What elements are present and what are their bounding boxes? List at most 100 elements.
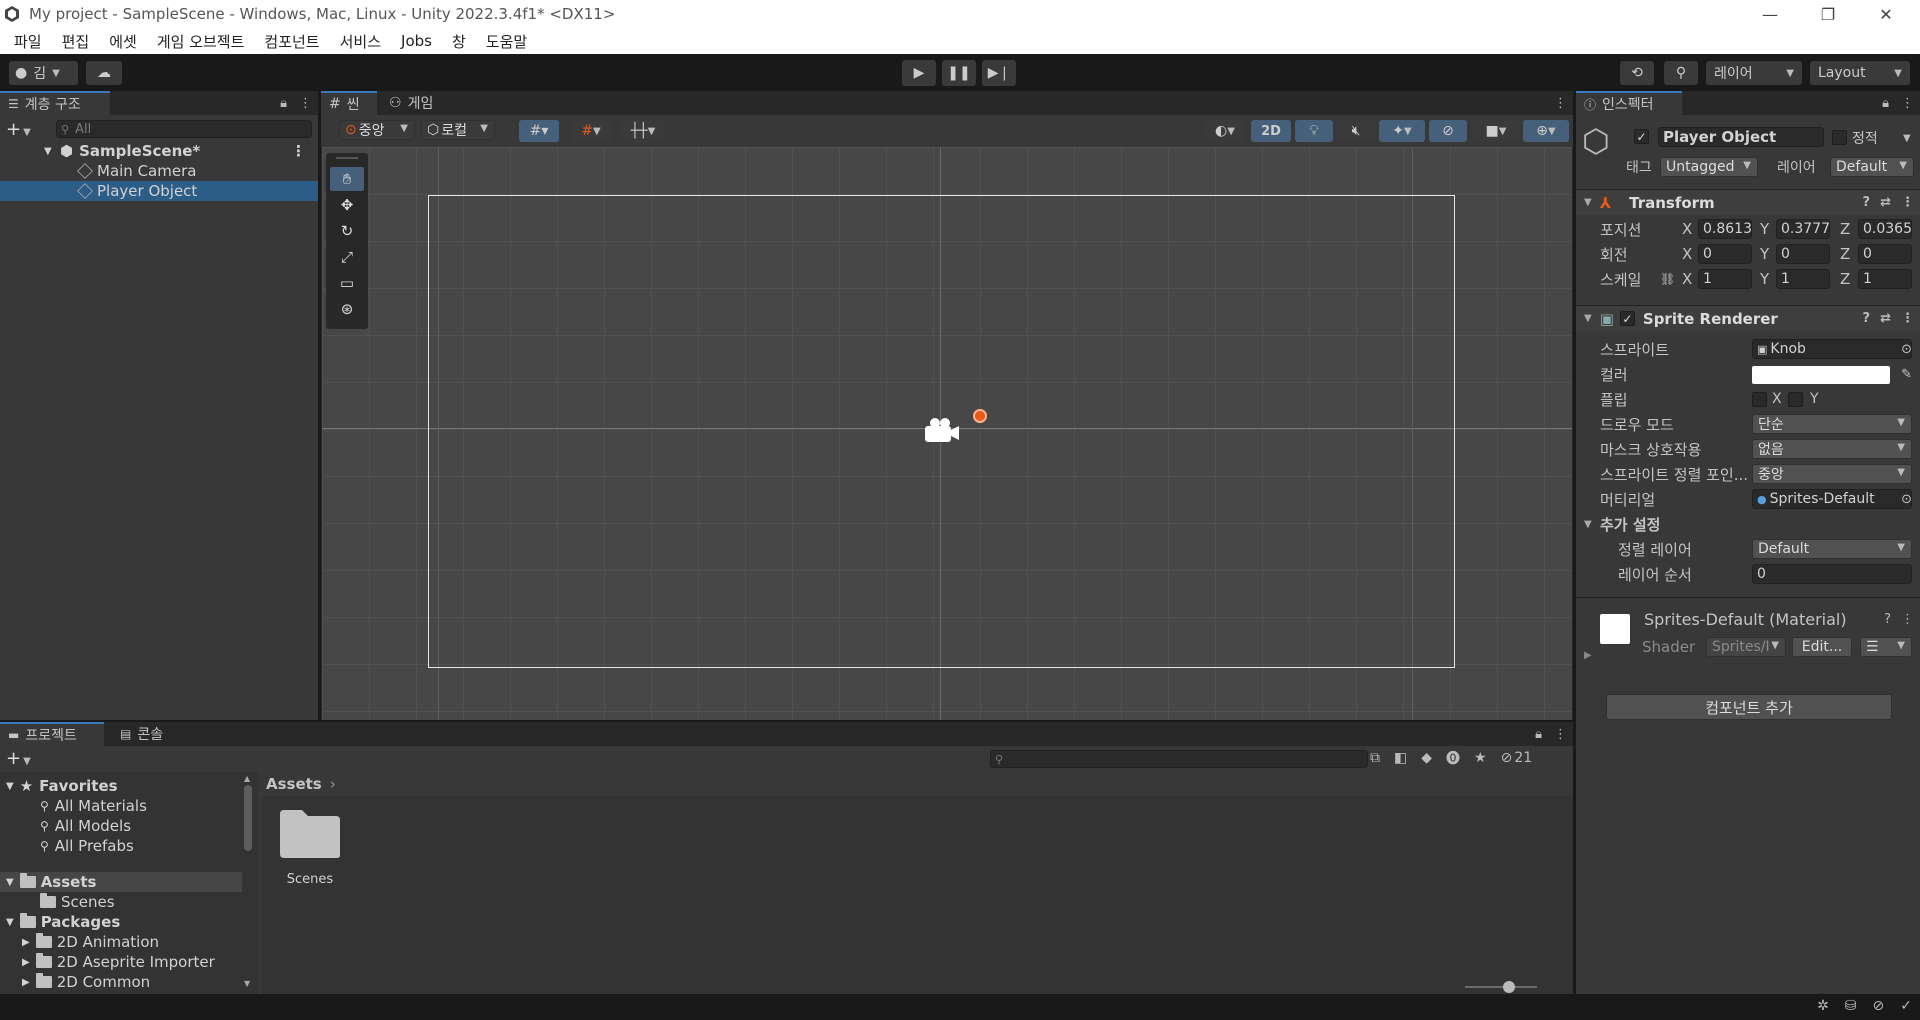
- audio-toggle[interactable]: 🔇︎: [1337, 120, 1375, 142]
- filter-by-label-icon[interactable]: ◆: [1421, 750, 1432, 766]
- layout-dropdown[interactable]: Layout ▼: [1810, 61, 1910, 85]
- auto-generate-lighting-icon[interactable]: ⊘: [1873, 998, 1885, 1014]
- breadcrumb-assets[interactable]: Assets: [266, 775, 322, 793]
- play-button[interactable]: ▶: [902, 60, 936, 86]
- favorite-item[interactable]: ⚲ All Models: [40, 816, 131, 836]
- position-y-field[interactable]: 0.3777: [1776, 219, 1830, 239]
- tab-inspector[interactable]: ⓘ 인스펙터: [1576, 91, 1682, 115]
- favorites-node[interactable]: ▼ ★ Favorites: [6, 776, 118, 796]
- shader-options-dropdown[interactable]: ☰ ▼: [1860, 637, 1912, 657]
- favorite-star-icon[interactable]: ★: [1474, 750, 1487, 766]
- cache-server-icon[interactable]: ⛁: [1845, 998, 1857, 1014]
- package-item[interactable]: ▶ 2D Aseprite Importer: [22, 952, 215, 972]
- layers-dropdown[interactable]: 레이어 ▼: [1706, 61, 1802, 85]
- scene-row[interactable]: ▼ ⬢ SampleScene* ⋮: [0, 141, 318, 161]
- hierarchy-search-input[interactable]: ⚲ All: [56, 120, 312, 138]
- eyedropper-icon[interactable]: ✎: [1901, 367, 1912, 382]
- maximize-button[interactable]: ❐: [1800, 0, 1856, 28]
- assets-node[interactable]: ▼ Assets: [0, 872, 242, 892]
- rotation-x-field[interactable]: 0: [1698, 244, 1752, 264]
- gizmos-button[interactable]: ⊕ ▼: [1523, 120, 1569, 142]
- more-options-icon[interactable]: ⋮: [1554, 727, 1567, 742]
- sprite-renderer-header[interactable]: ▼ ▣ ✓ Sprite Renderer ? ⇄ ⋮: [1576, 305, 1920, 331]
- scrollbar-thumb[interactable]: [244, 785, 252, 851]
- scale-x-field[interactable]: 1: [1698, 269, 1752, 289]
- icon-size-slider[interactable]: [1465, 981, 1537, 993]
- hidden-objects-toggle[interactable]: ⊘: [1429, 120, 1467, 142]
- enabled-checkbox[interactable]: ✓: [1619, 311, 1635, 326]
- tab-scene[interactable]: # 씬: [321, 91, 377, 115]
- layer-dropdown[interactable]: Default ▼: [1830, 157, 1914, 177]
- menu-edit[interactable]: 편집: [52, 31, 100, 52]
- order-in-layer-field[interactable]: 0: [1752, 564, 1912, 584]
- object-name-field[interactable]: Player Object: [1658, 127, 1824, 147]
- shader-dropdown[interactable]: Sprites/I ▼: [1706, 637, 1786, 657]
- menu-component[interactable]: 컴포넌트: [254, 31, 329, 52]
- transform-tool-icon[interactable]: ⊛: [330, 297, 364, 321]
- pivot-dropdown[interactable]: ⊙ 중앙 ▼: [339, 120, 415, 140]
- sprite-field[interactable]: ▣ Knob: [1752, 339, 1912, 359]
- sort-point-dropdown[interactable]: 중앙 ▼: [1752, 464, 1912, 484]
- shader-edit-button[interactable]: Edit...: [1792, 637, 1852, 657]
- lock-icon[interactable]: 🔒︎: [1882, 96, 1889, 111]
- help-icon[interactable]: ?: [1863, 311, 1871, 326]
- color-swatch[interactable]: [1752, 366, 1890, 384]
- active-checkbox[interactable]: ✓: [1634, 129, 1649, 144]
- camera-gizmo-icon[interactable]: [921, 417, 961, 445]
- hierarchy-item-player-object[interactable]: Player Object: [0, 181, 318, 201]
- position-z-field[interactable]: 0.0365: [1858, 219, 1912, 239]
- draw-mode-dropdown[interactable]: 단순 ▼: [1752, 414, 1912, 434]
- rotation-z-field[interactable]: 0: [1858, 244, 1912, 264]
- tab-hierarchy[interactable]: ☰ 계층 구조: [0, 91, 110, 115]
- camera-settings-button[interactable]: ■ ▼: [1473, 120, 1519, 142]
- static-dropdown-icon[interactable]: ▼: [1903, 133, 1911, 144]
- tab-project[interactable]: ▬ 프로젝트: [0, 722, 104, 746]
- minimize-button[interactable]: —: [1742, 0, 1798, 28]
- space-dropdown[interactable]: ⬡ 로컬 ▼: [421, 120, 495, 140]
- more-options-icon[interactable]: ⋮: [1901, 195, 1914, 210]
- menu-help[interactable]: 도움말: [476, 31, 537, 52]
- background-tasks-icon[interactable]: ✓: [1900, 998, 1912, 1014]
- favorite-item[interactable]: ⚲ All Materials: [40, 796, 147, 816]
- player-object-gizmo[interactable]: [973, 409, 987, 423]
- account-dropdown[interactable]: ● 김 ▼: [9, 61, 78, 85]
- step-button[interactable]: ▶❘: [982, 60, 1016, 86]
- preset-icon[interactable]: ⇄: [1880, 311, 1891, 326]
- preset-icon[interactable]: ⇄: [1880, 195, 1891, 210]
- menu-assets[interactable]: 에셋: [99, 31, 147, 52]
- folder-item[interactable]: Scenes: [40, 892, 115, 912]
- menu-window[interactable]: 창: [442, 31, 476, 52]
- package-item[interactable]: ▶ 2D Common: [22, 972, 150, 992]
- tab-console[interactable]: ▤ 콘솔: [112, 722, 192, 746]
- menu-services[interactable]: 서비스: [330, 31, 391, 52]
- hand-tool-icon[interactable]: ✋︎: [330, 167, 364, 191]
- material-field[interactable]: ● Sprites-Default: [1752, 489, 1912, 509]
- slider-thumb[interactable]: [1503, 981, 1515, 993]
- effects-toggle[interactable]: ✦ ▼: [1379, 120, 1425, 142]
- hidden-packages-icon[interactable]: ⊘ 21: [1501, 750, 1533, 766]
- expand-arrow-icon[interactable]: ▶: [1584, 650, 1592, 661]
- object-picker-icon[interactable]: ⊙: [1901, 342, 1912, 357]
- cloud-button[interactable]: ☁: [86, 61, 122, 85]
- mask-dropdown[interactable]: 없음 ▼: [1752, 439, 1912, 459]
- position-x-field[interactable]: 0.8613: [1698, 219, 1752, 239]
- lighting-toggle[interactable]: 💡︎: [1295, 120, 1333, 142]
- rotate-tool-icon[interactable]: ↻: [330, 219, 364, 243]
- more-options-icon[interactable]: ⋮: [1554, 96, 1567, 111]
- mode-2d-toggle[interactable]: 2D: [1251, 120, 1291, 142]
- filter-by-type-icon[interactable]: ◧: [1394, 750, 1407, 766]
- scale-y-field[interactable]: 1: [1776, 269, 1830, 289]
- tree-scrollbar[interactable]: ▲ ▼: [244, 774, 254, 988]
- search-by-type-icon[interactable]: ⧉: [1370, 750, 1380, 766]
- scroll-down-icon[interactable]: ▼: [244, 979, 250, 988]
- more-options-icon[interactable]: ⋮: [291, 142, 306, 160]
- asset-folder-item[interactable]: Scenes: [272, 808, 348, 894]
- grid-snap-button[interactable]: #▾: [519, 120, 559, 142]
- move-tool-icon[interactable]: ✥: [330, 193, 364, 217]
- create-asset-button[interactable]: + ▼: [6, 748, 31, 769]
- grid-visibility-button[interactable]: ┼┼ ▼: [621, 120, 665, 142]
- more-options-icon[interactable]: ⋮: [1901, 311, 1914, 326]
- sorting-layer-dropdown[interactable]: Default ▼: [1752, 539, 1912, 559]
- help-icon[interactable]: ?: [1863, 195, 1871, 210]
- close-window-button[interactable]: ✕: [1858, 0, 1914, 28]
